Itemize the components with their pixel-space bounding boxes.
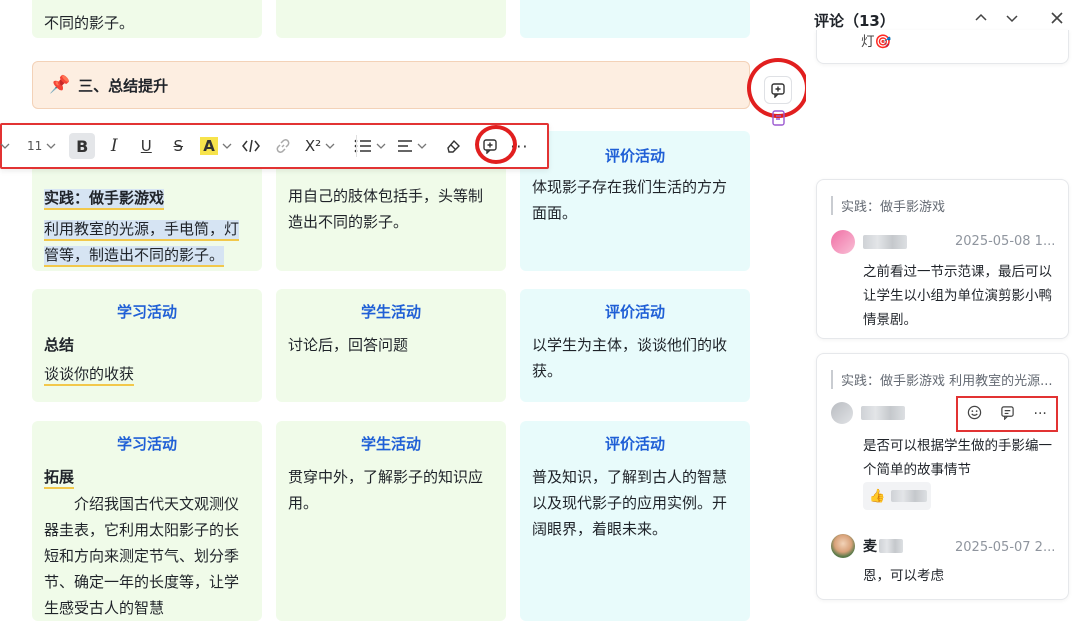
card-text: 谈谈你的收获 xyxy=(44,365,135,386)
section-header[interactable]: 📌 三、总结提升 xyxy=(32,61,750,109)
card-text: 利用教室的光源，手电筒，灯管等，制造出不同的影子。 xyxy=(44,220,240,267)
card-title: 学生活动 xyxy=(360,303,421,321)
card-text: 体现影子存在我们生活的方方面面。 xyxy=(532,178,728,222)
chevron-down-icon xyxy=(1006,15,1018,23)
chevron-down-icon xyxy=(0,143,10,149)
card-title: 评价活动 xyxy=(604,147,665,165)
card-subtitle: 实践：做手影游戏 xyxy=(44,189,165,210)
comments-title: 评论（13） xyxy=(814,12,895,30)
next-comment-button[interactable] xyxy=(1005,10,1025,30)
comment-text: 灯🎯 xyxy=(861,34,892,50)
chevron-up-icon xyxy=(975,13,987,21)
card-text: 不同的影子。 xyxy=(44,14,135,32)
card-row3-col3: 评价活动 普及知识，了解到古人的智慧以及现代影子的应用实例。开阔眼界，着眼未来。 xyxy=(520,421,750,621)
card-top-col2 xyxy=(276,0,506,38)
strikethrough-button[interactable]: S xyxy=(165,133,191,159)
comment-text: 之前看过一节示范课，最后可以让学生以小组为单位演剪影小鸭情景剧。 xyxy=(863,264,1052,328)
highlight-color-button[interactable]: A xyxy=(200,132,232,160)
card-text: 普及知识，了解到古人的智慧以及现代影子的应用实例。开阔眼界，着眼未来。 xyxy=(532,468,728,538)
underline-button[interactable]: U xyxy=(133,133,159,159)
comment-text: 恩，可以考虑 xyxy=(863,568,944,584)
task-side-button[interactable] xyxy=(768,106,790,130)
comment-quote: 实践：做手影游戏 xyxy=(831,196,1063,215)
pushpin-icon: 📌 xyxy=(49,75,71,95)
superscript-label: X² xyxy=(304,137,322,155)
comment-card-partial[interactable]: 灯🎯 xyxy=(816,30,1069,64)
card-title: 学习活动 xyxy=(116,435,177,453)
align-button[interactable] xyxy=(397,132,427,160)
superscript-button[interactable]: X² xyxy=(305,132,335,160)
chevron-down-icon xyxy=(417,143,427,149)
card-subtitle: 拓展 xyxy=(44,468,75,489)
card-row2-col3: 评价活动 以学生为主体，谈谈他们的收获。 xyxy=(520,289,750,402)
format-painter-button[interactable] xyxy=(440,133,466,159)
emoji-reaction-button[interactable] xyxy=(967,405,982,424)
comment-card[interactable]: 实践：做手影游戏 利用教室的光源... ··· 是否可以根据学生做的手影编一个简… xyxy=(816,353,1069,600)
align-left-icon xyxy=(398,140,413,152)
reactor-name-blurred xyxy=(891,490,928,502)
card-title: 评价活动 xyxy=(604,303,665,321)
smile-icon xyxy=(967,405,982,419)
card-row2-col1: 学习活动 总结 谈谈你的收获 xyxy=(32,289,262,402)
reply-icon xyxy=(1001,405,1015,421)
bold-button[interactable]: B xyxy=(69,133,96,159)
more-button[interactable]: ··· xyxy=(1034,406,1047,422)
comment-date: 2025-05-08 1... xyxy=(955,234,1056,249)
font-size-select[interactable]: 11 xyxy=(27,132,56,160)
avatar xyxy=(831,402,853,424)
thumbs-up-icon: 👍 xyxy=(869,488,886,504)
card-row1-col3: 评价活动 体现影子存在我们生活的方方面面。 xyxy=(520,131,750,271)
toolbar-divider xyxy=(356,135,357,157)
reply-username: 麦 xyxy=(863,539,877,555)
close-panel-button[interactable] xyxy=(1050,10,1070,30)
card-top-col1: 不同的影子。 xyxy=(32,0,262,38)
task-icon xyxy=(772,110,785,126)
username-blurred xyxy=(861,406,905,420)
username-blurred xyxy=(863,235,907,249)
card-row3-col2: 学生活动 贯穿中外，了解影子的知识应用。 xyxy=(276,421,506,621)
chevron-down-icon xyxy=(222,143,232,149)
chevron-down-icon xyxy=(46,143,56,149)
card-text: 以学生为主体，谈谈他们的收获。 xyxy=(532,336,728,380)
highlight-circle-toolbar xyxy=(475,125,517,164)
username-blurred xyxy=(879,539,903,553)
reply-button[interactable] xyxy=(1000,405,1015,424)
font-size-value: 11 xyxy=(27,139,43,153)
card-text: 介绍我国古代天文观测仪器圭表，它利用太阳影子的长短和方向来测定节气、划分季节、确… xyxy=(44,495,240,617)
card-text: 讨论后，回答问题 xyxy=(288,336,409,354)
chevron-down-icon xyxy=(325,143,335,149)
code-button[interactable] xyxy=(238,133,264,159)
comment-date: 2025-05-07 2... xyxy=(955,540,1056,555)
comment-text: 是否可以根据学生做的手影编一个简单的故事情节 xyxy=(863,438,1052,478)
card-top-col3 xyxy=(520,0,750,38)
highlight-letter: A xyxy=(200,137,218,155)
comment-quote: 实践：做手影游戏 利用教室的光源... xyxy=(831,370,1063,389)
card-row3-col1: 学习活动 拓展 介绍我国古代天文观测仪器圭表，它利用太阳影子的长短和方向来测定节… xyxy=(32,421,262,621)
format-toolbar: 11 B I U S A X² ··· xyxy=(0,123,549,169)
card-title: 学生活动 xyxy=(360,435,421,453)
reaction-chip[interactable]: 👍 xyxy=(863,482,931,510)
section-title: 三、总结提升 xyxy=(78,76,169,95)
bullet-list-button[interactable] xyxy=(354,132,386,160)
code-icon xyxy=(241,139,260,153)
avatar xyxy=(831,534,855,558)
link-button[interactable] xyxy=(270,133,296,159)
link-icon xyxy=(276,139,290,153)
card-text: 用自己的肢体包括手，头等制造出不同的影子。 xyxy=(288,187,484,231)
comment-actions: ··· xyxy=(956,396,1058,432)
comment-card[interactable]: 实践：做手影游戏 2025-05-08 1... 之前看过一节示范课，最后可以让… xyxy=(816,179,1069,339)
font-dropdown-chevron[interactable] xyxy=(0,132,10,160)
close-icon xyxy=(1051,12,1063,24)
prev-comment-button[interactable] xyxy=(974,10,994,30)
card-text: 贯穿中外，了解影子的知识应用。 xyxy=(288,468,484,512)
chevron-down-icon xyxy=(376,143,386,149)
card-title: 评价活动 xyxy=(604,435,665,453)
eraser-icon xyxy=(447,139,461,153)
italic-button[interactable]: I xyxy=(101,133,127,159)
card-subtitle: 总结 xyxy=(44,336,75,354)
avatar xyxy=(831,230,855,254)
card-row2-col2: 学生活动 讨论后，回答问题 xyxy=(276,289,506,402)
card-title: 学习活动 xyxy=(116,303,177,321)
